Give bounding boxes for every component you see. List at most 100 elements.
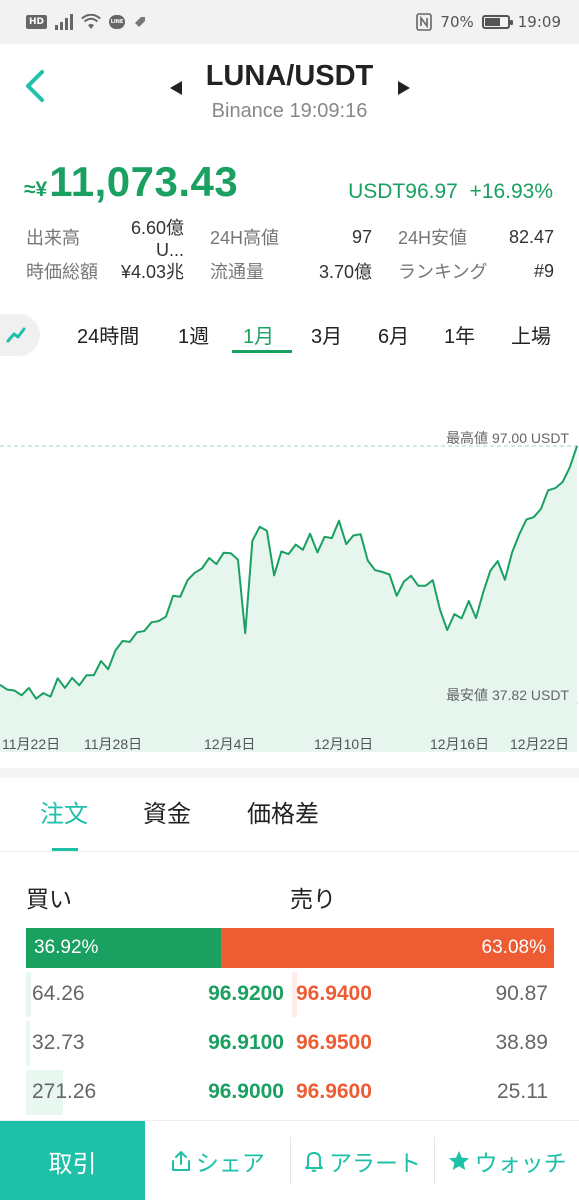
tag-icon: [135, 17, 146, 27]
stat-value: ¥4.03兆: [120, 262, 184, 282]
buy-quantity: 271.26: [32, 1080, 97, 1103]
x-tick-label: 12月10日: [314, 736, 374, 752]
period-tab-1m[interactable]: 1月: [243, 320, 274, 349]
x-tick-label: 11月28日: [84, 736, 143, 752]
share-label: シェア: [195, 1149, 265, 1176]
next-pair-arrow-icon[interactable]: [398, 81, 410, 95]
order-book-row: 271.26 96.9000 96.9600 25.11: [26, 1068, 554, 1117]
sell-price: 96.9500: [296, 1031, 372, 1054]
price-chart-svg: [0, 445, 579, 752]
x-tick-label: 12月4日: [204, 736, 256, 752]
stats-row-2: 時価総額 ¥4.03兆 流通量 3.70億 ランキング #9: [26, 254, 554, 288]
stats-table: 出来高 6.60億 U... 24H高値 97 24H安値 82.47 時価総額…: [26, 218, 554, 288]
period-tab-3m[interactable]: 3月: [311, 320, 342, 349]
period-tab-24h[interactable]: 24時間: [77, 320, 139, 349]
sell-quantity: 90.87: [495, 982, 548, 1005]
buy-quantity: 32.73: [32, 1031, 85, 1054]
line-app-icon: LINE: [109, 15, 126, 29]
stat-label: 流通量: [210, 262, 264, 282]
nfc-icon: [416, 13, 433, 31]
stat-label: 出来高: [26, 228, 80, 248]
stat-value: 3.70億: [318, 262, 372, 282]
sell-quantity: 38.89: [495, 1031, 548, 1054]
bottom-action-bar: 取引 シェア アラート ウォッチ: [0, 1120, 579, 1200]
period-tab-1w[interactable]: 1週: [178, 320, 209, 349]
watch-label: ウォッチ: [474, 1149, 567, 1176]
buy-header: 買い: [26, 886, 72, 912]
tab-orders[interactable]: 注文: [40, 794, 88, 829]
order-book-rows: 64.26 96.9200 96.9400 90.87 32.73 96.910…: [26, 970, 554, 1117]
status-time: 19:09: [517, 13, 561, 31]
battery-percent: 70%: [440, 13, 474, 31]
wifi-icon: [81, 14, 101, 29]
stat-value: 97: [351, 226, 372, 247]
buy-sell-ratio-bar: 36.92% 63.08%: [26, 928, 554, 968]
buy-quantity: 64.26: [32, 982, 85, 1005]
tab-spread[interactable]: 価格差: [247, 794, 319, 829]
header: LUNA/USDT Binance 19:09:16: [0, 44, 579, 136]
alert-label: アラート: [329, 1149, 421, 1176]
buy-depth-bar: [26, 1021, 30, 1066]
quote-currency: USDT: [348, 180, 406, 203]
sell-price: 96.9600: [296, 1080, 372, 1103]
last-price: 96.97: [405, 180, 458, 203]
price-chart[interactable]: 最高値 97.00 USDT 最安値 37.82 USDT 11月22日 11月…: [0, 420, 579, 760]
stat-value: 82.47: [508, 226, 554, 247]
buy-price: 96.9100: [208, 1031, 284, 1054]
stat-value: #9: [533, 260, 554, 281]
chart-low-label: 最安値 37.82 USDT: [446, 687, 569, 703]
sell-ratio: 63.08%: [220, 928, 554, 968]
buy-price: 96.9000: [208, 1080, 284, 1103]
star-icon: [448, 1150, 469, 1170]
chart-high-label: 最高値 97.00 USDT: [446, 430, 569, 446]
stat-label: ランキング: [398, 262, 488, 282]
line-chart-icon: [6, 327, 26, 343]
order-tabs: 注文 資金 価格差: [0, 790, 579, 852]
period-tabs: 24時間 1週 1月 3月 6月 1年 上場: [0, 312, 579, 358]
status-bar: HD LINE 70% 19:09: [0, 0, 579, 44]
sell-price: 96.9400: [296, 982, 372, 1005]
stat-value: 6.60億 U...: [130, 217, 184, 260]
stat-label: 時価総額: [26, 262, 98, 282]
period-tab-since-listing[interactable]: 上場: [511, 320, 551, 349]
chart-area-fill: [0, 446, 577, 752]
x-tick-label: 11月22日: [2, 736, 61, 752]
period-tab-6m[interactable]: 6月: [378, 320, 409, 349]
change-percent: +16.93%: [469, 180, 554, 203]
price-main: ≈¥ 11,073.43: [24, 158, 238, 206]
price-prefix: ≈¥: [24, 178, 48, 201]
exchange-time: Binance 19:09:16: [211, 100, 368, 122]
status-left: HD LINE: [26, 14, 147, 30]
tab-funds[interactable]: 資金: [143, 794, 191, 829]
stat-label: 24H高値: [210, 228, 280, 248]
chart-type-toggle[interactable]: [0, 314, 40, 356]
signal-icon: [55, 14, 74, 30]
price-change: USDT96.97 +16.93%: [348, 180, 553, 204]
x-tick-label: 12月16日: [430, 736, 490, 752]
buy-ratio: 36.92%: [26, 928, 221, 968]
buy-price: 96.9200: [208, 982, 284, 1005]
share-icon: [171, 1150, 190, 1171]
watch-button[interactable]: ウォッチ: [434, 1121, 579, 1200]
order-book-row: 32.73 96.9100 96.9500 38.89: [26, 1019, 554, 1068]
x-tick-label: 12月22日: [510, 736, 570, 752]
share-button[interactable]: シェア: [145, 1121, 290, 1200]
pair-title: LUNA/USDT: [205, 60, 374, 92]
buy-depth-bar: [26, 972, 32, 1017]
bell-icon: [305, 1151, 323, 1172]
status-right: 70% 19:09: [416, 13, 561, 31]
active-period-underline: [232, 350, 292, 353]
sell-header: 売り: [290, 886, 336, 912]
alert-button[interactable]: アラート: [289, 1121, 435, 1200]
stats-row-1: 出来高 6.60億 U... 24H高値 97 24H安値 82.47: [26, 218, 554, 260]
section-divider: [0, 768, 579, 778]
stat-label: 24H安値: [398, 228, 468, 248]
battery-icon: [481, 15, 513, 29]
active-order-tab-underline: [52, 848, 78, 851]
price-value: 11,073.43: [49, 158, 239, 205]
hd-badge: HD: [26, 15, 48, 29]
order-book-row: 64.26 96.9200 96.9400 90.87: [26, 970, 554, 1019]
trade-button[interactable]: 取引: [0, 1121, 145, 1200]
sell-quantity: 25.11: [497, 1080, 548, 1103]
period-tab-1y[interactable]: 1年: [444, 320, 475, 349]
